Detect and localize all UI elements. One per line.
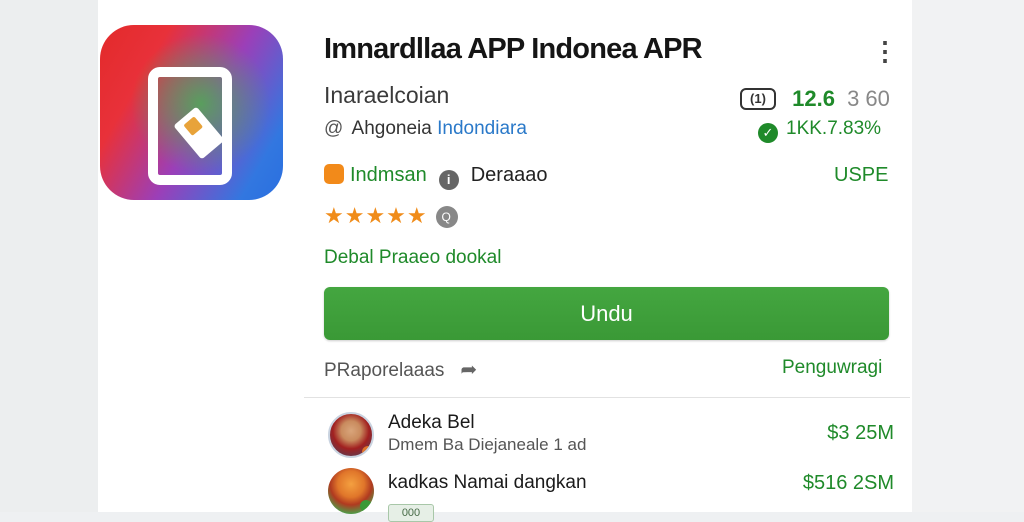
avatar-status-dot [362,446,372,456]
location-prefix: Ahgoneia [351,118,432,139]
location-row: @ Ahgoneia Indondiara [324,118,527,140]
pengu-link[interactable]: Penguwragi [782,357,882,379]
rating-percent-value: 1KK.7.83% [786,118,882,139]
location-icon: @ [324,118,344,139]
background-left [0,0,100,512]
list-item[interactable]: kadkas Namai dangkan 000 $516 2SM [324,466,894,522]
share-label: PRaporelaaas [324,360,445,381]
share-icon[interactable]: ➦ [460,357,477,382]
download-button[interactable]: Undu [324,287,889,340]
list-item-price-value: $516 2SM [802,472,894,494]
list-item-name: Adeka Bel [388,412,475,433]
rating-percent: ✓ 1KK.7.83% [758,118,881,143]
list-item-name: kadkas Namai dangkan [388,472,587,493]
background-right [912,0,1024,512]
version-row: (1) 12.6 3 60 [740,85,890,112]
list-item-price: $516 2SM [795,472,894,495]
list-item-price-value: $3 25M [827,422,894,444]
avatar [328,468,374,514]
star-rating: ★★★★★ Q [324,203,458,229]
avatar-status-dot [360,500,372,512]
usps-label: USPE [834,164,889,186]
version-number: 12.6 [792,86,835,112]
list-item-sub: Dmem Ba Diejaneale 1 ad [388,435,587,454]
app-logo-icon[interactable] [100,25,283,200]
category-icon [324,164,344,184]
divider [304,397,910,398]
badge-icon[interactable]: Q [435,206,458,228]
version-icon: (1) [740,88,776,111]
version-sub: 3 60 [847,86,890,112]
category-label[interactable]: Indmsan [350,164,427,186]
dev-name-label: Deraaao [470,164,548,186]
stars-icon: ★★★★★ [324,203,428,228]
info-icon[interactable]: i [438,170,459,190]
list-item-price: $3 25M [819,422,894,445]
location-link[interactable]: Indondiara [437,118,527,139]
list-item-badge: 000 [388,504,434,522]
developer-name[interactable]: Inaraelcoian [324,82,449,109]
list-item[interactable]: Adeka Bel Dmem Ba Diejaneale 1 ad $3 25M [324,404,894,460]
category-row: Indmsan i Deraaao [324,164,547,190]
more-vert-icon[interactable]: ⋮ [872,36,898,66]
app-title: Imnardllaa APP Indonea APR [324,33,703,65]
check-circle-icon: ✓ [758,123,778,143]
detail-link[interactable]: Debal Praaeo dookal [324,247,501,269]
share-row[interactable]: PRaporelaaas ➦ [324,357,477,382]
avatar [328,412,374,458]
